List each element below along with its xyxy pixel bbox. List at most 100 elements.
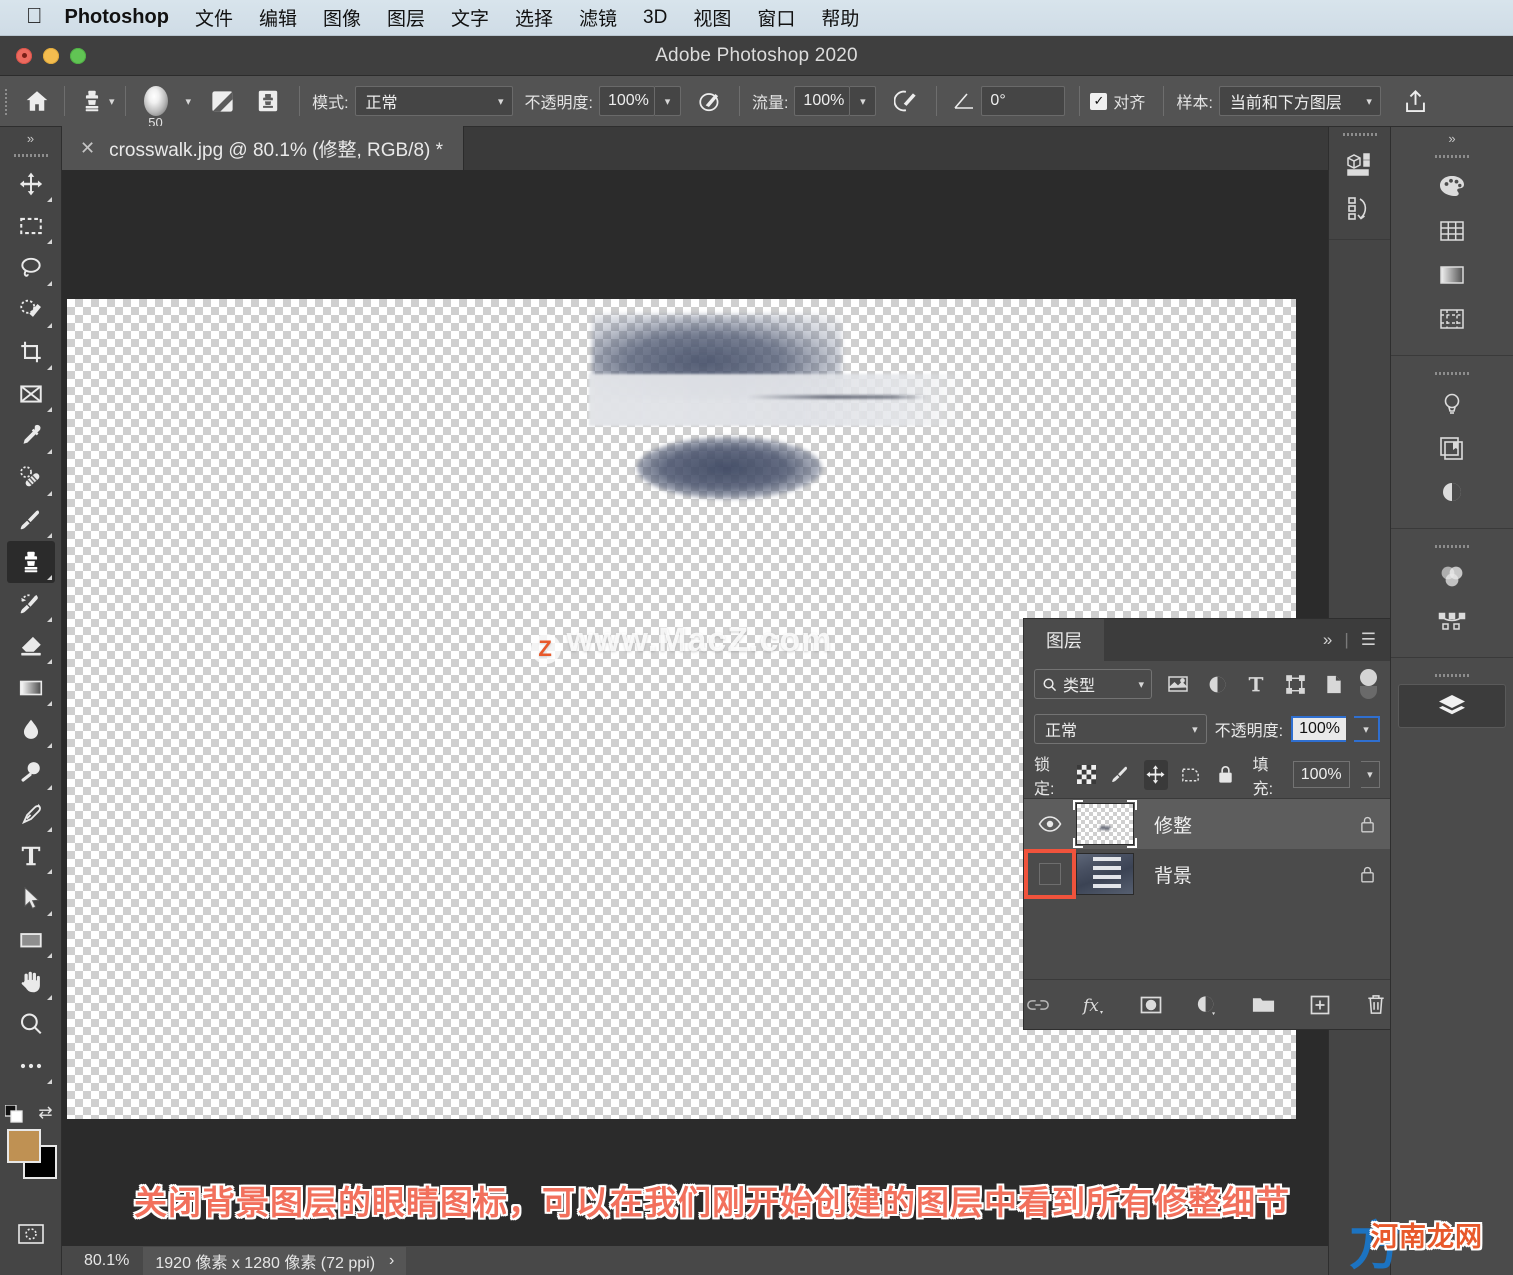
paths-panel-icon[interactable]: [1429, 599, 1475, 643]
more-tools[interactable]: [7, 1045, 55, 1087]
rail-grip[interactable]: [1391, 539, 1513, 555]
link-layers-button[interactable]: [1024, 991, 1051, 1019]
layer-opacity-value[interactable]: 100%: [1291, 716, 1346, 742]
lasso-tool[interactable]: [7, 247, 55, 289]
brush-preview[interactable]: 50: [136, 81, 176, 130]
blend-mode-select[interactable]: 正常 ▾: [1034, 714, 1207, 744]
rail-grip[interactable]: [1329, 127, 1390, 143]
swap-colors-icon[interactable]: ⇄: [38, 1103, 52, 1123]
type-tool[interactable]: [7, 835, 55, 877]
object-selection-tool[interactable]: [7, 289, 55, 331]
eyedropper-tool[interactable]: [7, 415, 55, 457]
adjustments-panel-icon[interactable]: [1429, 382, 1475, 426]
opacity-spinner-icon[interactable]: ▾: [654, 86, 681, 116]
shape-tool[interactable]: [7, 919, 55, 961]
fill-value[interactable]: 100%: [1292, 761, 1350, 788]
filter-pixel-icon[interactable]: [1165, 671, 1191, 697]
add-mask-button[interactable]: [1137, 991, 1164, 1019]
eraser-tool[interactable]: [7, 625, 55, 667]
history-brush-tool[interactable]: [7, 583, 55, 625]
toolbar-collapse-icon[interactable]: »: [0, 127, 61, 149]
toolbar-grip[interactable]: [0, 149, 61, 163]
rail-grip[interactable]: [1391, 668, 1513, 684]
pressure-opacity-icon[interactable]: [693, 84, 727, 118]
adjustment-layer-button[interactable]: [1193, 991, 1220, 1019]
layer-visibility-toggle[interactable]: [1024, 815, 1076, 833]
new-group-button[interactable]: [1250, 991, 1277, 1019]
menu-item-file[interactable]: 文件: [195, 4, 233, 31]
close-icon[interactable]: ✕: [80, 138, 95, 159]
zoom-tool[interactable]: [7, 1003, 55, 1045]
lock-transparent-pixels[interactable]: [1074, 760, 1098, 790]
foreground-color-swatch[interactable]: [6, 1129, 41, 1163]
opacity-input[interactable]: 100%: [598, 86, 655, 116]
layer-opacity-spinner-icon[interactable]: ▾: [1354, 716, 1380, 742]
align-checkbox[interactable]: ✓: [1090, 92, 1108, 110]
move-tool[interactable]: [7, 163, 55, 205]
lock-all[interactable]: [1214, 760, 1238, 790]
layers-panel-icon[interactable]: [1398, 684, 1506, 728]
measurement-log-panel-icon[interactable]: [1337, 187, 1383, 231]
gradient-tool[interactable]: [7, 667, 55, 709]
healing-brush-tool[interactable]: [7, 457, 55, 499]
menu-item-window[interactable]: 窗口: [757, 4, 795, 31]
menu-item-edit[interactable]: 编辑: [259, 4, 297, 31]
quick-mask-button[interactable]: [7, 1213, 55, 1255]
brush-chevron-icon[interactable]: ▾: [186, 95, 192, 108]
menubar-app-name[interactable]: Photoshop: [65, 6, 169, 29]
chevron-double-right-icon[interactable]: »: [1323, 630, 1332, 650]
flow-spinner-icon[interactable]: ▾: [850, 86, 877, 116]
menu-item-filter[interactable]: 滤镜: [579, 4, 617, 31]
filter-smartobject-icon[interactable]: [1321, 671, 1347, 697]
3d-panel-icon[interactable]: [1337, 143, 1383, 187]
gradients-panel-icon[interactable]: [1429, 253, 1475, 297]
flow-input[interactable]: 100%: [794, 86, 851, 116]
apple-logo-icon[interactable]: : [26, 5, 43, 27]
chevron-right-icon[interactable]: ›: [389, 1252, 394, 1270]
lock-image-pixels[interactable]: [1109, 760, 1133, 790]
fill-spinner-icon[interactable]: ▾: [1360, 761, 1380, 788]
delete-layer-button[interactable]: [1363, 991, 1390, 1019]
properties-panel-icon[interactable]: [1429, 470, 1475, 514]
rail-grip[interactable]: [1391, 149, 1513, 165]
chevron-double-right-icon[interactable]: »: [1391, 127, 1513, 149]
frame-tool[interactable]: [7, 373, 55, 415]
layer-thumbnail[interactable]: [1076, 853, 1134, 895]
blur-tool[interactable]: [7, 709, 55, 751]
pen-tool[interactable]: [7, 793, 55, 835]
lock-position[interactable]: [1143, 759, 1168, 790]
filter-shape-icon[interactable]: [1282, 671, 1308, 697]
layer-name[interactable]: 背景: [1134, 861, 1344, 888]
table-row[interactable]: 修整: [1024, 799, 1390, 849]
mode-select[interactable]: 正常 ▾: [354, 86, 513, 116]
filter-enable-toggle[interactable]: [1360, 669, 1378, 699]
filter-adjustment-icon[interactable]: [1204, 671, 1230, 697]
menu-item-view[interactable]: 视图: [693, 4, 731, 31]
dodge-tool[interactable]: [7, 751, 55, 793]
hand-tool[interactable]: [7, 961, 55, 1003]
swatches-panel-icon[interactable]: [1429, 209, 1475, 253]
default-colors-icon[interactable]: [4, 1105, 23, 1123]
clone-stamp-icon[interactable]: [75, 84, 109, 118]
tab-layers[interactable]: 图层: [1024, 619, 1104, 661]
color-palette-panel-icon[interactable]: [1429, 165, 1475, 209]
layer-style-button[interactable]: fx: [1080, 991, 1107, 1019]
crop-tool[interactable]: [7, 331, 55, 373]
filter-type-icon[interactable]: [1243, 671, 1269, 697]
menu-item-image[interactable]: 图像: [323, 4, 361, 31]
menu-item-type[interactable]: 文字: [451, 4, 489, 31]
share-icon[interactable]: [1399, 84, 1433, 118]
tool-preset-chevron-icon[interactable]: ▾: [109, 95, 115, 108]
angle-input[interactable]: 0°: [981, 86, 1066, 116]
new-layer-button[interactable]: [1306, 991, 1333, 1019]
layer-visibility-toggle-highlighted[interactable]: [1024, 849, 1076, 899]
lock-artboard-nesting[interactable]: [1179, 760, 1203, 790]
sample-select[interactable]: 当前和下方图层 ▾: [1218, 86, 1381, 116]
libraries-panel-icon[interactable]: [1429, 426, 1475, 470]
rail-grip[interactable]: [1391, 366, 1513, 382]
airbrush-icon[interactable]: [890, 84, 924, 118]
channels-panel-icon[interactable]: [1429, 555, 1475, 599]
brush-tool[interactable]: [7, 499, 55, 541]
brush-settings-icon[interactable]: [205, 84, 239, 118]
menu-item-layer[interactable]: 图层: [387, 4, 425, 31]
